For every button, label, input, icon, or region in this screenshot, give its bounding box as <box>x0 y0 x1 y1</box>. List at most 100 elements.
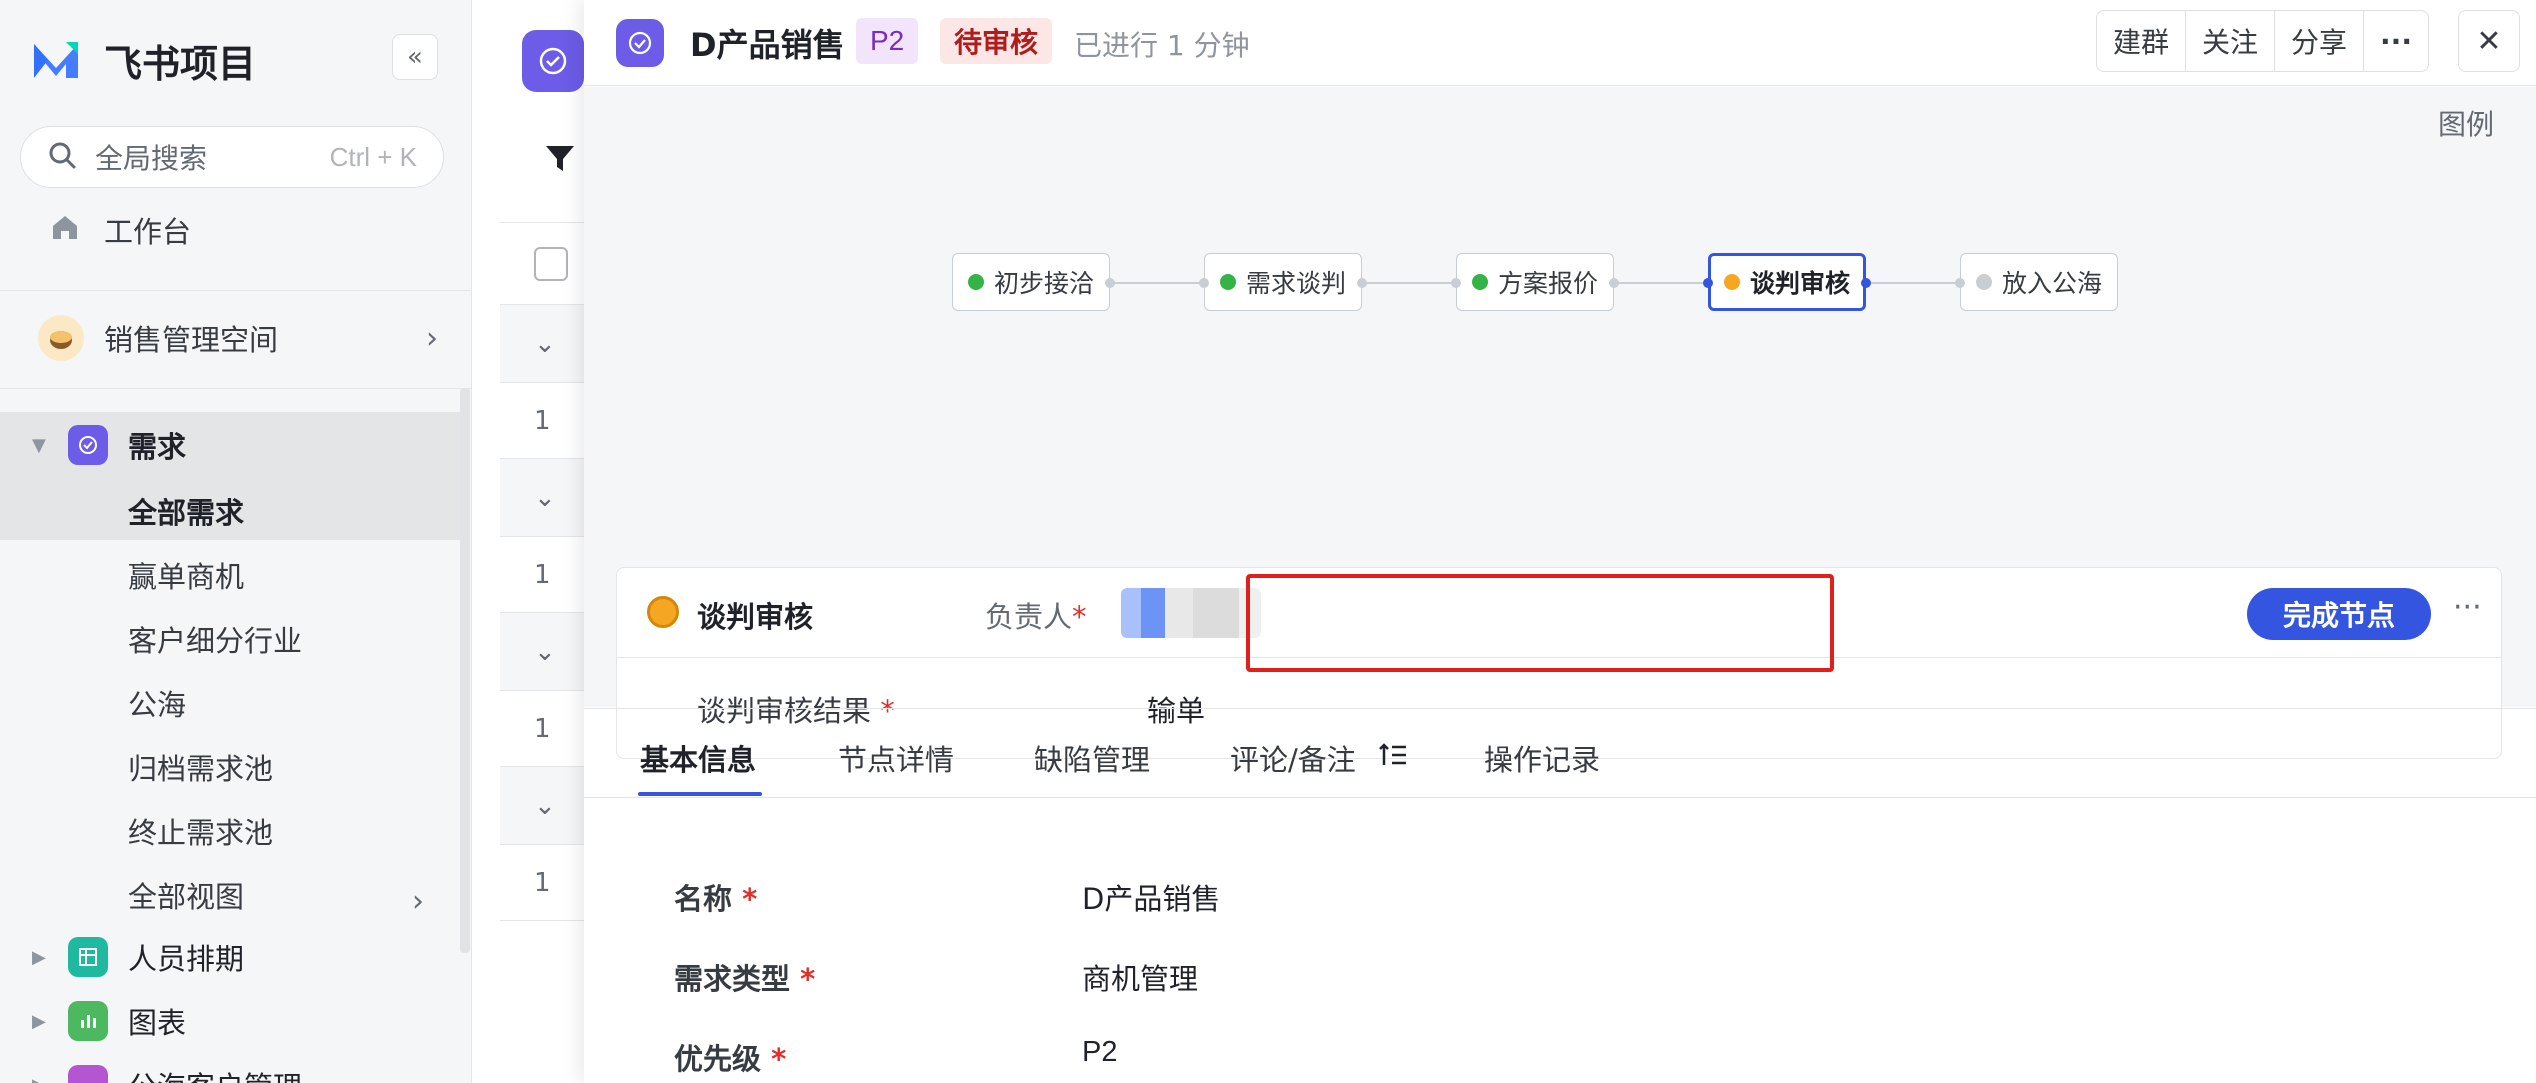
priority-badge[interactable]: P2 <box>856 18 919 64</box>
panel-header: D产品销售 P2 待审核 已进行 1 分钟 建群 关注 分享 ··· ✕ <box>584 0 2536 86</box>
flow-connector <box>1362 282 1456 284</box>
complete-node-button[interactable]: 完成节点 <box>2247 588 2431 640</box>
tree-item-staff-schedule[interactable]: ▶ 人员排期 <box>0 926 460 988</box>
workflow-node-public-pool[interactable]: 放入公海 <box>1960 253 2118 311</box>
flow-connector <box>1614 282 1708 284</box>
field-label-name: 名称 * <box>674 882 758 916</box>
requirement-app-icon <box>68 425 108 465</box>
home-icon <box>50 212 80 249</box>
close-icon: ✕ <box>2476 23 2502 59</box>
header-action-group: 建群 关注 分享 ··· <box>2096 10 2429 72</box>
tree-item-charts[interactable]: ▶ 图表 <box>0 990 460 1052</box>
field-label-priority: 优先级 * <box>674 1042 787 1076</box>
owner-avatar[interactable] <box>1121 588 1261 638</box>
chevron-down-icon: ⌄ <box>534 636 556 667</box>
field-value-priority[interactable]: P2 <box>1082 1036 1117 1069</box>
highlight-box <box>1246 574 1834 672</box>
elapsed-time: 已进行 1 分钟 <box>1074 29 1250 62</box>
group-toggle[interactable]: ⌄ <box>500 305 592 383</box>
sidebar-item-archive-pool[interactable]: 归档需求池 <box>128 746 273 788</box>
space-name: 销售管理空间 <box>104 323 279 357</box>
active-tab-indicator <box>638 792 762 796</box>
sidebar-item-all-views[interactable]: 全部视图 <box>128 874 244 916</box>
group-toggle[interactable]: ⌄ <box>500 767 592 845</box>
tree-item-public-customers[interactable]: ▶ 公海客户管理 <box>0 1054 460 1083</box>
node-port <box>1199 278 1209 288</box>
sidebar-item-label: 工作台 <box>104 215 192 249</box>
more-icon[interactable]: ··· <box>2453 590 2482 625</box>
node-title: 谈判审核 <box>697 600 814 634</box>
group-toggle[interactable]: ⌄ <box>500 613 592 691</box>
status-dot-icon <box>1471 274 1488 290</box>
group-toggle[interactable]: ⌄ <box>500 459 592 537</box>
sidebar-item-terminated-pool[interactable]: 终止需求池 <box>128 810 273 852</box>
workflow-node-negotiation-review[interactable]: 谈判审核 <box>1708 253 1866 311</box>
owner-label: 负责人* <box>985 600 1087 634</box>
search-placeholder: 全局搜索 <box>95 142 208 175</box>
workflow-node-quotation[interactable]: 方案报价 <box>1456 253 1614 311</box>
field-value-type[interactable]: 商机管理 <box>1082 956 1198 998</box>
app-logo[interactable]: 飞书项目 <box>30 30 256 90</box>
space-switcher[interactable]: 销售管理空间 › <box>38 315 438 361</box>
node-port <box>1703 278 1713 288</box>
tab-defect-management[interactable]: 缺陷管理 <box>1034 737 1150 779</box>
table-row[interactable]: 1 <box>500 537 592 613</box>
list-table: ⌄ 1 ⌄ 1 ⌄ 1 ⌄ 1 <box>500 222 592 921</box>
sidebar-scrollbar[interactable] <box>460 388 470 953</box>
caret-right-icon: ▶ <box>32 1075 46 1083</box>
sidebar-item-all-requirements[interactable]: 全部需求 <box>128 490 244 532</box>
global-search-input[interactable]: 全局搜索 Ctrl + K <box>20 126 444 188</box>
node-port <box>1451 278 1461 288</box>
tree-item-label: 公海客户管理 <box>128 1064 302 1083</box>
tree-item-label: 需求 <box>128 430 187 464</box>
status-dot-icon <box>1975 274 1992 290</box>
close-button[interactable]: ✕ <box>2458 10 2520 72</box>
follow-button[interactable]: 关注 <box>2186 11 2276 71</box>
field-value-name[interactable]: D产品销售 <box>1082 876 1220 918</box>
flow-connector <box>1866 282 1960 284</box>
tab-comments[interactable]: 评论/备注 <box>1230 737 1408 779</box>
sort-order-icon[interactable] <box>1378 741 1408 776</box>
more-icon[interactable]: ··· <box>2364 11 2428 71</box>
table-row[interactable]: 1 <box>500 691 592 767</box>
search-icon <box>47 140 77 174</box>
grid-icon <box>68 937 108 977</box>
workflow-node-initial-contact[interactable]: 初步接洽 <box>952 253 1110 311</box>
tree-item-requirements[interactable]: ▼ 需求 <box>0 414 460 476</box>
chevron-right-icon: › <box>426 320 438 356</box>
node-port <box>1609 278 1619 288</box>
search-shortcut-hint: Ctrl + K <box>329 141 417 172</box>
sidebar-item-public-pool[interactable]: 公海 <box>128 682 186 724</box>
status-dot-icon <box>1723 274 1740 290</box>
chevron-right-icon[interactable]: › <box>412 884 424 919</box>
tab-node-details[interactable]: 节点详情 <box>838 737 954 779</box>
space-avatar <box>38 315 84 361</box>
node-port <box>1105 278 1115 288</box>
requirement-app-icon <box>616 19 664 67</box>
requirement-app-icon[interactable] <box>522 30 584 92</box>
bar-chart-icon <box>68 1001 108 1041</box>
status-badge[interactable]: 待审核 <box>940 18 1053 64</box>
double-chevron-left-icon: « <box>407 42 423 72</box>
workflow-node-requirement-negotiation[interactable]: 需求谈判 <box>1204 253 1362 311</box>
legend-button[interactable]: 图例 <box>2438 103 2494 143</box>
requirement-list: ⌄ 1 ⌄ 1 ⌄ 1 ⌄ 1 <box>472 0 592 1083</box>
tab-operation-log[interactable]: 操作记录 <box>1484 737 1600 779</box>
field-label-type: 需求类型 * <box>674 962 816 996</box>
status-dot-icon <box>1219 274 1236 290</box>
table-row[interactable]: 1 <box>500 845 592 921</box>
share-button[interactable]: 分享 <box>2275 11 2365 71</box>
create-group-button[interactable]: 建群 <box>2097 11 2187 71</box>
collapse-sidebar-button[interactable]: « <box>392 34 438 80</box>
select-all-checkbox[interactable] <box>534 246 568 281</box>
tab-basic-info[interactable]: 基本信息 <box>640 737 756 779</box>
table-row[interactable]: 1 <box>500 383 592 459</box>
sidebar-item-won-deals[interactable]: 赢单商机 <box>128 554 244 596</box>
folder-icon <box>68 1065 108 1083</box>
filter-icon[interactable] <box>544 142 576 178</box>
sidebar-item-customer-industry[interactable]: 客户细分行业 <box>128 618 302 660</box>
caret-right-icon: ▶ <box>32 1010 46 1032</box>
sidebar: 飞书项目 « 全局搜索 Ctrl + K 工作台 销售管理空间 › ▼ 需求 全… <box>0 0 472 1083</box>
detail-tabs: 基本信息 节点详情 缺陷管理 评论/备注 操作记录 <box>584 708 2536 798</box>
sidebar-item-workbench[interactable]: 工作台 <box>50 208 191 252</box>
